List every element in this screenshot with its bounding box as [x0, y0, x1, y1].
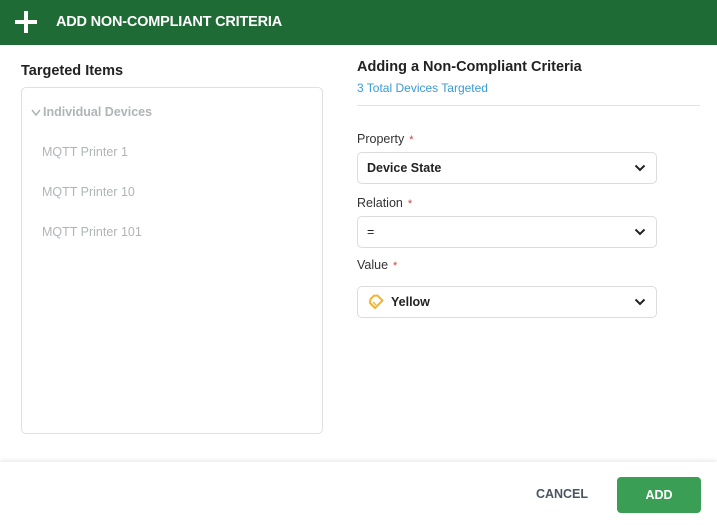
relation-label: Relation *: [357, 196, 412, 210]
cancel-button[interactable]: CANCEL: [522, 477, 602, 511]
value-value: Yellow: [391, 295, 430, 309]
chevron-down-icon: [31, 109, 41, 117]
tag-icon: [369, 294, 384, 309]
relation-select[interactable]: =: [357, 216, 657, 248]
property-label-text: Property: [357, 132, 405, 146]
relation-label-text: Relation: [357, 196, 403, 210]
required-marker: *: [393, 260, 398, 272]
tree-item[interactable]: MQTT Printer 101: [42, 225, 142, 239]
property-select[interactable]: Device State: [357, 152, 657, 184]
tree-group-individual-devices[interactable]: Individual Devices: [30, 105, 152, 119]
value-select[interactable]: Yellow: [357, 286, 657, 318]
dialog-header: ADD NON-COMPLIANT CRITERIA: [0, 0, 717, 45]
dialog-title: ADD NON-COMPLIANT CRITERIA: [56, 14, 282, 30]
devices-targeted-count: 3 Total Devices Targeted: [357, 81, 488, 95]
property-value: Device State: [367, 161, 442, 175]
required-marker: *: [407, 198, 413, 210]
dialog-footer: [0, 462, 717, 525]
divider: [357, 105, 700, 106]
chevron-down-icon: [634, 228, 646, 236]
tree-item[interactable]: MQTT Printer 1: [42, 145, 128, 159]
add-button[interactable]: ADD: [617, 477, 701, 513]
value-label-text: Value: [357, 258, 389, 272]
tree-group-label: Individual Devices: [43, 105, 153, 119]
plus-icon: [15, 11, 37, 33]
required-marker: *: [409, 134, 414, 146]
tree-item[interactable]: MQTT Printer 10: [42, 185, 135, 199]
property-label: Property *: [357, 132, 414, 146]
chevron-down-icon: [634, 298, 646, 306]
targeted-items-tree: Individual Devices MQTT Printer 1 MQTT P…: [21, 87, 323, 434]
targeted-items-title: Targeted Items: [21, 63, 124, 79]
value-label: Value *: [357, 258, 397, 272]
relation-value: =: [367, 225, 375, 239]
form-title: Adding a Non-Compliant Criteria: [357, 59, 582, 75]
chevron-down-icon: [634, 164, 646, 172]
